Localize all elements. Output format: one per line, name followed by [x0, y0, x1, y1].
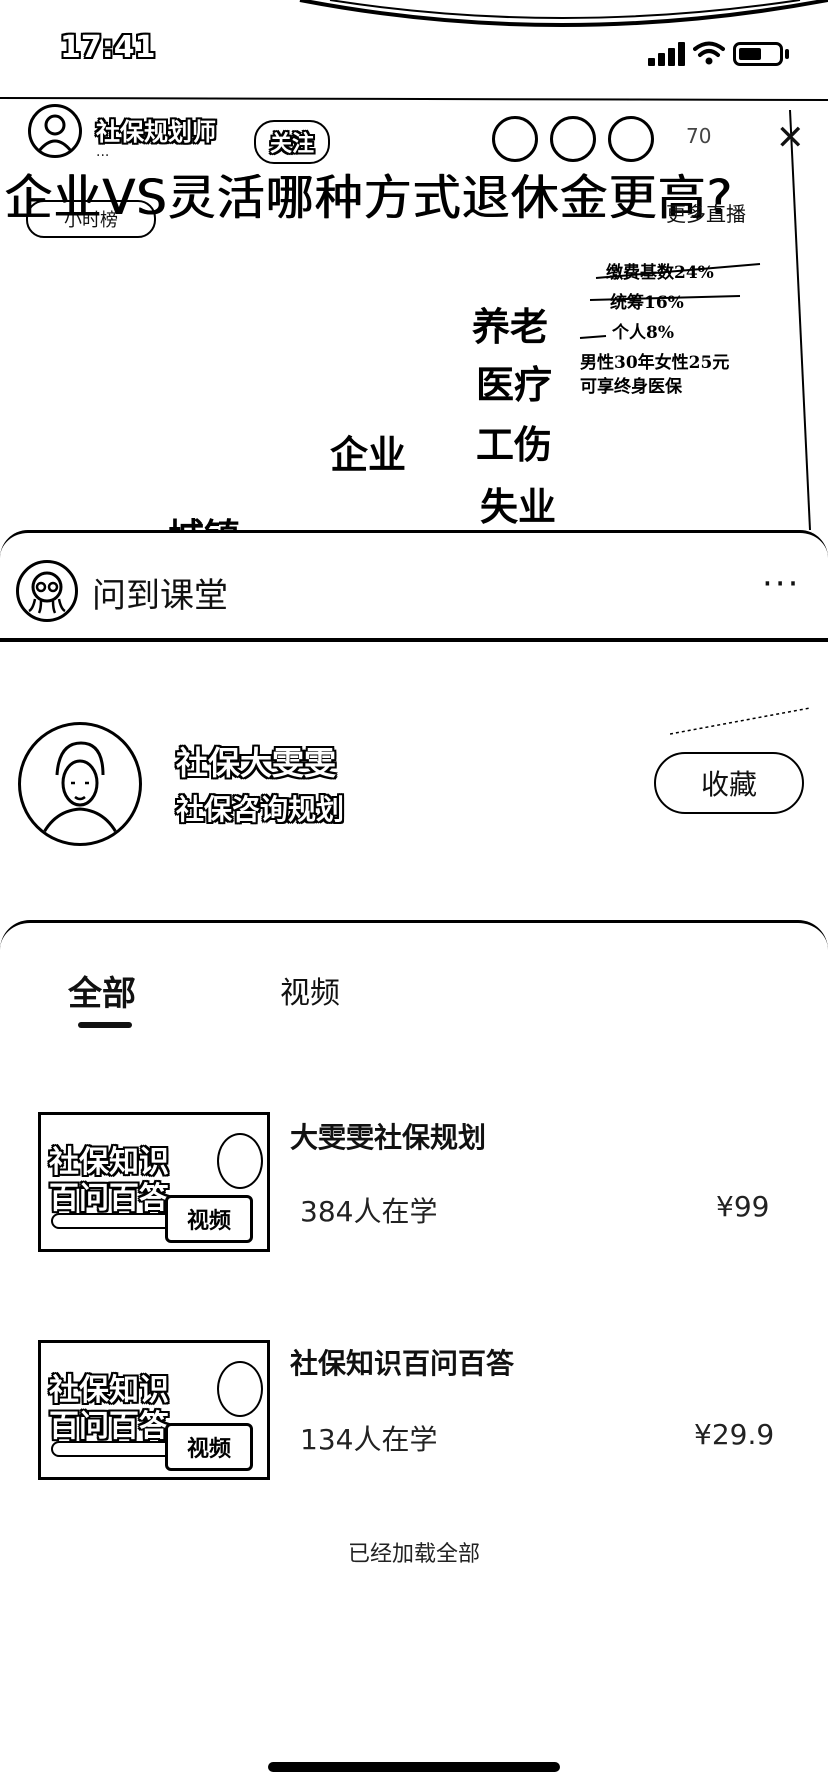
- course-title[interactable]: 大雯雯社保规划: [290, 1116, 486, 1156]
- viewer-avatar[interactable]: [492, 116, 538, 162]
- classroom-logo-icon: [16, 560, 78, 622]
- thumb-title-line: 百问百答: [49, 1409, 169, 1444]
- wifi-icon: [693, 41, 725, 65]
- course-thumbnail[interactable]: 社保知识 百问百答 视频: [38, 1340, 270, 1480]
- close-icon[interactable]: ✕: [776, 118, 805, 158]
- course-learners: 384人在学: [300, 1195, 438, 1228]
- board-note: 男性30年女性25元: [580, 353, 730, 373]
- signal-icon: [648, 42, 685, 66]
- course-price: ¥99: [716, 1190, 770, 1223]
- live-host-name[interactable]: 社保规划师: [96, 112, 216, 147]
- thumb-portrait: [217, 1361, 263, 1417]
- teacher-role: 社保咨询规划: [176, 793, 345, 826]
- course-thumbnail[interactable]: 社保知识 百问百答 视频: [38, 1112, 270, 1252]
- board-text: 工伤: [476, 422, 553, 467]
- active-tab-indicator: [78, 1022, 132, 1028]
- thumb-portrait: [217, 1133, 263, 1189]
- board-text: 失业: [480, 484, 557, 529]
- board-text: 医疗: [476, 362, 553, 407]
- tab-video[interactable]: 视频: [280, 968, 340, 1012]
- course-price: ¥29.9: [694, 1418, 775, 1451]
- viewer-count: 70: [686, 124, 712, 148]
- status-icons: [648, 36, 789, 66]
- video-badge: 视频: [165, 1423, 253, 1471]
- battery-tip: [785, 49, 789, 59]
- video-badge: 视频: [165, 1195, 253, 1243]
- course-learners: 134人在学: [300, 1423, 438, 1456]
- board-note: 统筹16%: [610, 293, 684, 313]
- more-live-link[interactable]: 更多直播: [666, 198, 746, 227]
- live-host-avatar[interactable]: [28, 104, 82, 158]
- video-title: 企业VS灵活哪种方式退休金更高?: [4, 170, 733, 226]
- loaded-all-footer: 已经加载全部: [347, 1542, 480, 1567]
- course-title[interactable]: 社保知识百问百答: [290, 1342, 514, 1382]
- light-streak: [670, 707, 810, 735]
- board-text: 企业: [330, 432, 407, 477]
- more-icon[interactable]: ···: [762, 564, 800, 604]
- home-indicator[interactable]: [268, 1762, 560, 1772]
- host-portrait-icon: [37, 114, 73, 152]
- sheet-title: 问到课堂: [92, 576, 228, 616]
- tab-all[interactable]: 全部: [68, 966, 136, 1015]
- teacher-portrait-icon: [37, 741, 123, 843]
- board-note: 个人8%: [612, 323, 674, 343]
- teacher-avatar[interactable]: [18, 722, 142, 846]
- viewer-avatar[interactable]: [550, 116, 596, 162]
- thumb-title-line: 百问百答: [49, 1181, 169, 1216]
- board-note: 可享终身医保: [580, 377, 682, 397]
- board-text: 养老: [472, 304, 549, 349]
- board-note: 缴费基数24%: [606, 263, 714, 283]
- teacher-name: 社保大雯雯: [176, 744, 337, 782]
- battery-icon: [733, 42, 783, 66]
- favorite-button[interactable]: 收藏: [654, 752, 804, 814]
- header-divider: [0, 638, 828, 642]
- octopus-icon: [28, 571, 66, 614]
- status-time: 17:41: [60, 30, 156, 65]
- viewer-avatar[interactable]: [608, 116, 654, 162]
